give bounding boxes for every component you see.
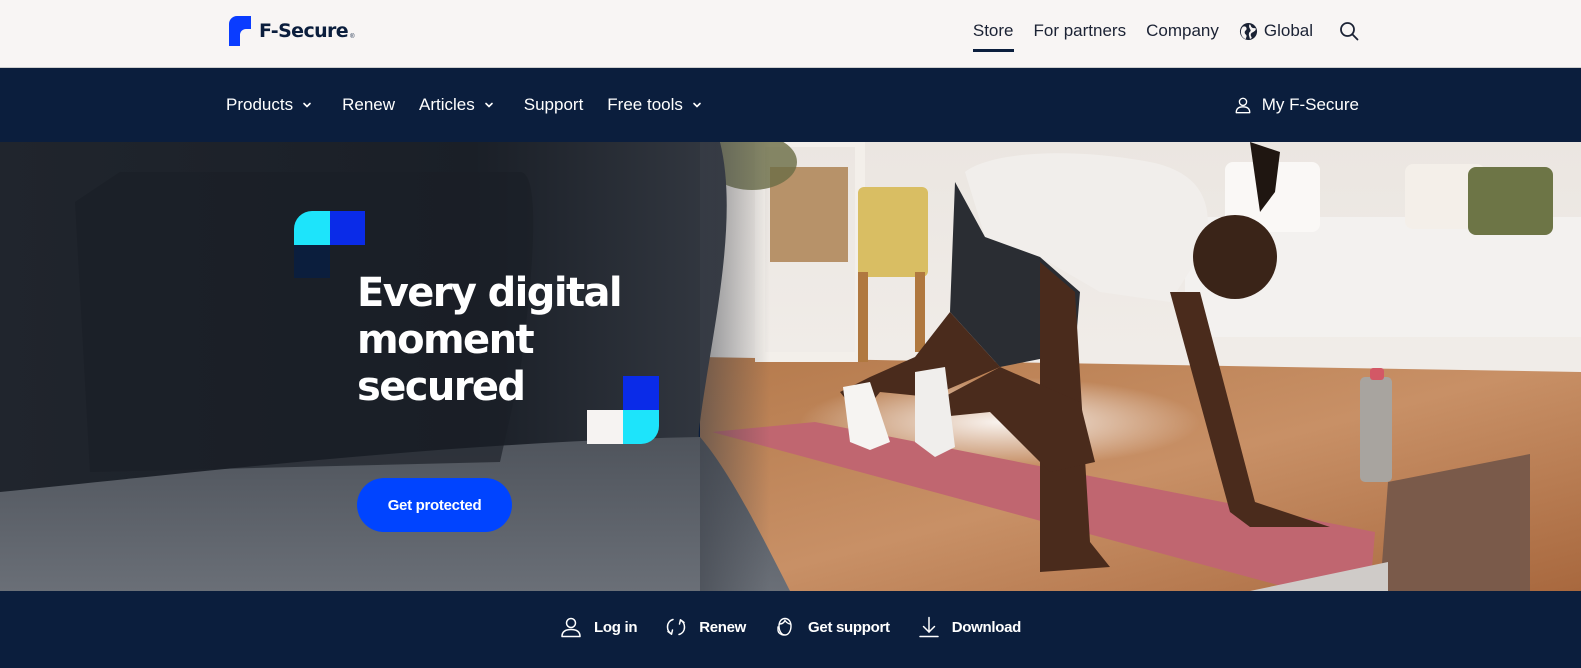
utility-link-company[interactable]: Company xyxy=(1146,19,1219,43)
quick-links-list: Log in Renew Get support Download xyxy=(560,616,1021,638)
chevron-down-icon xyxy=(303,102,311,108)
nav-free-tools[interactable]: Free tools xyxy=(607,94,702,116)
hero-headline-line-2: moment xyxy=(357,317,535,363)
hero-headline-line-1: Every digital xyxy=(357,270,623,316)
nav-articles-label: Articles xyxy=(419,95,475,114)
hero-headline: Every digital moment secured xyxy=(357,270,657,411)
quick-links-bar: Log in Renew Get support Download xyxy=(0,591,1581,668)
hero-banner: Every digital moment secured Get protect… xyxy=(0,142,1581,591)
hero-headline-line-3: secured xyxy=(357,364,526,410)
nav-renew[interactable]: Renew xyxy=(342,94,395,116)
quick-link-download-label: Download xyxy=(951,618,1022,636)
headset-icon xyxy=(777,617,792,636)
nav-support-label: Support xyxy=(523,95,584,114)
my-f-secure-link[interactable]: My F-Secure xyxy=(1234,94,1359,116)
my-f-secure-label: My F-Secure xyxy=(1261,95,1359,114)
logo-wordmark: F-Secure xyxy=(259,20,349,42)
nav-products[interactable]: Products xyxy=(226,94,312,116)
quick-link-log-in[interactable]: Log in xyxy=(560,616,637,638)
nav-free-tools-label: Free tools xyxy=(607,95,683,114)
search-icon xyxy=(1340,22,1359,41)
quick-link-download[interactable]: Download xyxy=(918,616,1021,638)
utility-link-store[interactable]: Store xyxy=(972,19,1014,52)
user-icon xyxy=(1235,97,1251,114)
chevron-down-icon xyxy=(693,102,701,108)
quick-link-get-support[interactable]: Get support xyxy=(774,616,890,638)
quick-link-log-in-label: Log in xyxy=(594,618,638,636)
nav-support[interactable]: Support xyxy=(524,94,584,116)
nav-articles[interactable]: Articles xyxy=(419,94,494,116)
nav-products-label: Products xyxy=(226,95,294,114)
region-label: Global xyxy=(1263,21,1313,40)
region-selector[interactable]: Global xyxy=(1239,19,1313,43)
utility-link-for-partners[interactable]: For partners xyxy=(1034,19,1127,43)
registered-mark: ® xyxy=(350,34,355,40)
chevron-down-icon xyxy=(484,102,493,108)
utility-nav: Store For partners Company Global xyxy=(972,19,1359,52)
get-protected-button[interactable]: Get protected xyxy=(357,478,512,532)
quick-link-renew-label: Renew xyxy=(699,618,747,636)
globe-icon xyxy=(1239,22,1257,40)
download-icon xyxy=(919,616,939,638)
search-button[interactable] xyxy=(1339,21,1359,41)
user-icon xyxy=(561,617,581,638)
hero-image xyxy=(0,142,1581,591)
main-nav: Products Renew Articles Support Free too… xyxy=(0,68,1581,142)
quick-link-renew[interactable]: Renew xyxy=(665,616,746,638)
f-secure-logo[interactable]: F-Secure ® xyxy=(229,16,355,46)
f-secure-logo-icon xyxy=(229,16,251,46)
nav-renew-label: Renew xyxy=(342,95,396,114)
refresh-icon xyxy=(666,618,686,636)
main-nav-list: Products Renew Articles Support Free too… xyxy=(226,94,732,116)
utility-header: F-Secure ® Store For partners Company Gl… xyxy=(0,0,1581,68)
quick-link-get-support-label: Get support xyxy=(808,618,890,636)
decorative-shape-top xyxy=(294,211,365,278)
